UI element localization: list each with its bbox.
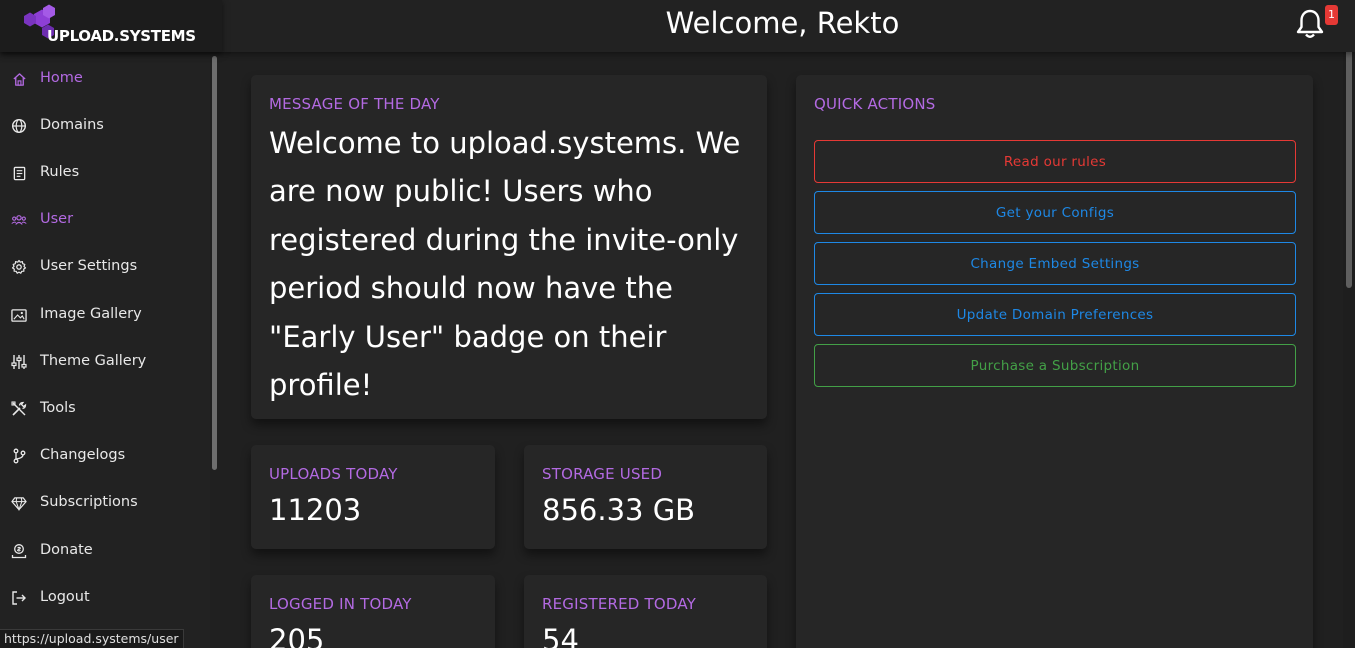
sidebar-item-changelogs[interactable]: Changelogs — [0, 436, 208, 476]
stat-label: REGISTERED TODAY — [542, 595, 697, 613]
branch-icon — [11, 448, 27, 464]
sliders-icon — [11, 354, 27, 370]
gear-icon — [11, 259, 27, 275]
sidebar-item-label: Home — [40, 70, 83, 86]
sidebar-item-theme-gallery[interactable]: Theme Gallery — [0, 342, 208, 382]
sidebar-item-label: User Settings — [40, 258, 138, 274]
motd-text: Welcome to upload.systems. We are now pu… — [269, 126, 741, 403]
stat-label: STORAGE USED — [542, 465, 663, 483]
read-rules-button[interactable]: Read our rules — [814, 140, 1296, 183]
sidebar-item-label: Tools — [40, 400, 76, 416]
sidebar-item-donate[interactable]: Donate — [0, 531, 208, 571]
globe-icon — [11, 118, 27, 134]
sidebar-scrollbar[interactable] — [212, 56, 217, 470]
notification-badge[interactable]: 1 — [1325, 5, 1338, 25]
sidebar-item-rules[interactable]: Rules — [0, 153, 208, 193]
stat-card-registered: REGISTERED TODAY 54 — [524, 575, 767, 648]
sidebar-item-label: Rules — [40, 164, 80, 180]
sidebar-item-logout[interactable]: Logout — [0, 578, 208, 618]
sidebar-item-label: Image Gallery — [40, 306, 142, 322]
link-status-bar: https://upload.systems/user — [0, 629, 184, 648]
home-icon — [11, 71, 27, 87]
sidebar-item-domains[interactable]: Domains — [0, 106, 208, 146]
stat-card-storage: STORAGE USED 856.33 GB — [524, 445, 767, 549]
stat-value: 856.33 GB — [542, 493, 696, 527]
top-bar: UPLOAD.SYSTEMS Welcome, Rekto 1 — [0, 0, 1355, 52]
sidebar-item-user-settings[interactable]: User Settings — [0, 247, 208, 287]
page-title: Welcome, Rekto — [665, 6, 900, 40]
sidebar-item-label: Theme Gallery — [40, 353, 147, 369]
quick-actions-card: QUICK ACTIONS Read our rules Get your Co… — [796, 75, 1313, 648]
logout-icon — [11, 590, 27, 606]
sidebar-item-label: Domains — [40, 117, 104, 133]
sidebar-item-label: Logout — [40, 589, 90, 605]
quick-actions-title: QUICK ACTIONS — [814, 95, 936, 113]
page-scrollbar-thumb[interactable] — [1346, 32, 1352, 288]
image-icon — [11, 307, 27, 323]
sidebar-item-user[interactable]: User — [0, 200, 208, 240]
sidebar-item-label: User — [40, 211, 74, 227]
sidebar-item-label: Donate — [40, 542, 93, 558]
sidebar-item-label: Changelogs — [40, 447, 126, 463]
diamond-icon — [11, 495, 27, 511]
sidebar-item-subscriptions[interactable]: Subscriptions — [0, 483, 208, 523]
stat-value: 205 — [269, 623, 325, 648]
stat-label: LOGGED IN TODAY — [269, 595, 412, 613]
donate-icon — [11, 543, 27, 559]
users-icon — [11, 212, 27, 228]
stat-card-logged-in: LOGGED IN TODAY 205 — [251, 575, 495, 648]
document-icon — [11, 165, 27, 181]
purchase-subscription-button[interactable]: Purchase a Subscription — [814, 344, 1296, 387]
motd-card: MESSAGE OF THE DAY Welcome to upload.sys… — [251, 75, 767, 419]
motd-title: MESSAGE OF THE DAY — [269, 95, 440, 113]
stat-value: 11203 — [269, 493, 362, 527]
stat-card-uploads: UPLOADS TODAY 11203 — [251, 445, 495, 549]
update-domain-preferences-button[interactable]: Update Domain Preferences — [814, 293, 1296, 336]
sidebar-item-label: Subscriptions — [40, 494, 138, 510]
stat-label: UPLOADS TODAY — [269, 465, 398, 483]
sidebar-item-home[interactable]: Home — [0, 59, 208, 99]
sidebar-item-image-gallery[interactable]: Image Gallery — [0, 295, 208, 335]
change-embed-settings-button[interactable]: Change Embed Settings — [814, 242, 1296, 285]
sidebar-item-tools[interactable]: Tools — [0, 389, 208, 429]
stat-value: 54 — [542, 623, 579, 648]
tools-icon — [11, 401, 27, 417]
bell-icon[interactable] — [1295, 8, 1325, 40]
get-configs-button[interactable]: Get your Configs — [814, 191, 1296, 234]
